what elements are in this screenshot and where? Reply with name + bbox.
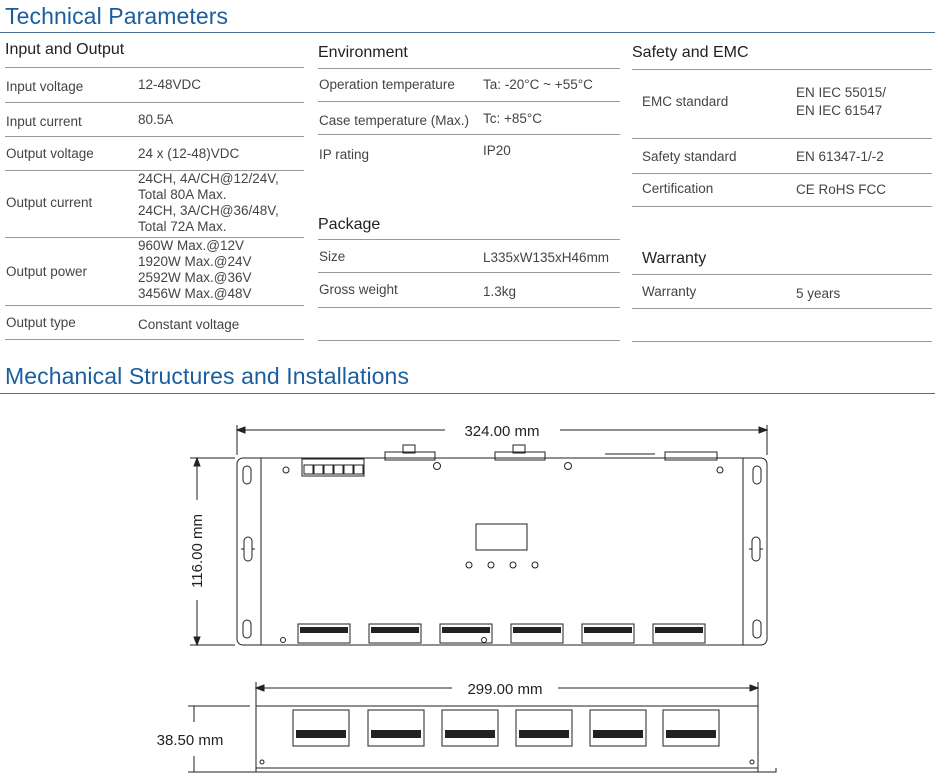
dim-label-side-height: 38.50 mm — [157, 732, 224, 749]
mounting-slot — [752, 465, 762, 485]
top-connector — [664, 451, 718, 461]
dim-label-top-width: 324.00 mm — [464, 423, 539, 440]
screw-icon — [280, 637, 286, 643]
button-icon — [465, 561, 473, 569]
button-icon — [509, 561, 517, 569]
device-outline — [236, 457, 768, 646]
output-terminal-blocks — [297, 623, 706, 644]
screw-icon — [481, 637, 487, 643]
arrow-head — [254, 684, 265, 692]
display-window — [475, 523, 528, 551]
dim-label-top-height: 116.00 mm — [189, 514, 206, 588]
screw-icon — [433, 462, 441, 470]
mechanical-drawing: 324.00 mm 116.00 mm 299.00 mm 38.50 mm — [157, 423, 777, 773]
mounting-slot — [241, 536, 255, 562]
mounting-slot — [749, 536, 763, 562]
screw-icon — [564, 462, 572, 470]
dim-label-side-width: 299.00 mm — [467, 681, 542, 698]
button-icon — [487, 561, 495, 569]
side-flange — [238, 768, 777, 773]
mounting-slot — [242, 619, 252, 639]
side-terminal-blocks — [292, 709, 720, 747]
mounting-slot — [242, 465, 252, 485]
screw-icon — [282, 466, 290, 474]
arrow-head — [749, 684, 760, 692]
arrow-head — [758, 426, 769, 434]
mounting-slot — [752, 619, 762, 639]
arrow-head — [193, 456, 201, 467]
button-icon — [531, 561, 539, 569]
arrow-head — [193, 636, 201, 647]
screw-icon — [716, 466, 724, 474]
arrow-head — [235, 426, 246, 434]
